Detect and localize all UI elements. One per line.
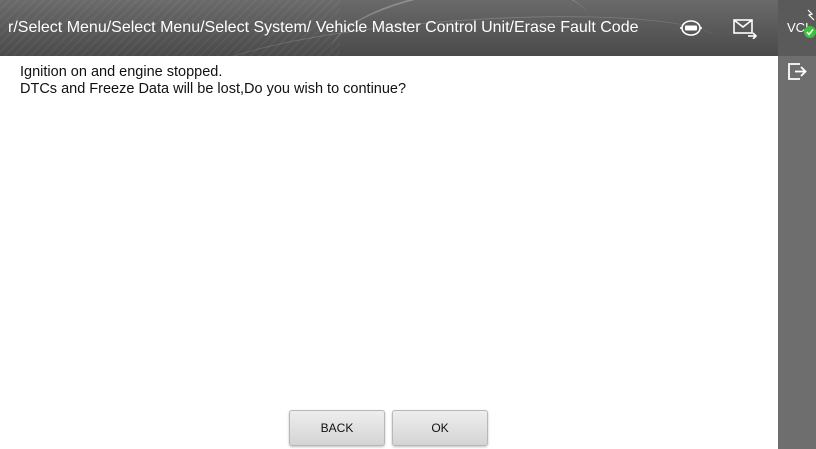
message-area: Ignition on and engine stopped. DTCs and… <box>20 64 760 98</box>
back-button[interactable]: BACK <box>289 410 385 446</box>
check-icon <box>804 26 816 38</box>
title-bar: r/Select Menu/Select Menu/Select System/… <box>0 0 778 56</box>
message-line-2: DTCs and Freeze Data will be lost,Do you… <box>20 81 407 97</box>
breadcrumb: r/Select Menu/Select Menu/Select System/… <box>8 19 639 36</box>
ok-button[interactable]: OK <box>392 410 488 446</box>
message-line-1: Ignition on and engine stopped. <box>20 64 223 80</box>
exit-icon[interactable] <box>786 60 808 82</box>
mail-icon[interactable] <box>732 17 758 40</box>
obd-icon[interactable] <box>680 19 702 37</box>
side-toolbar: VCI <box>778 0 816 449</box>
connection-spark-icon <box>806 8 816 21</box>
vci-status[interactable]: VCI <box>778 0 816 56</box>
